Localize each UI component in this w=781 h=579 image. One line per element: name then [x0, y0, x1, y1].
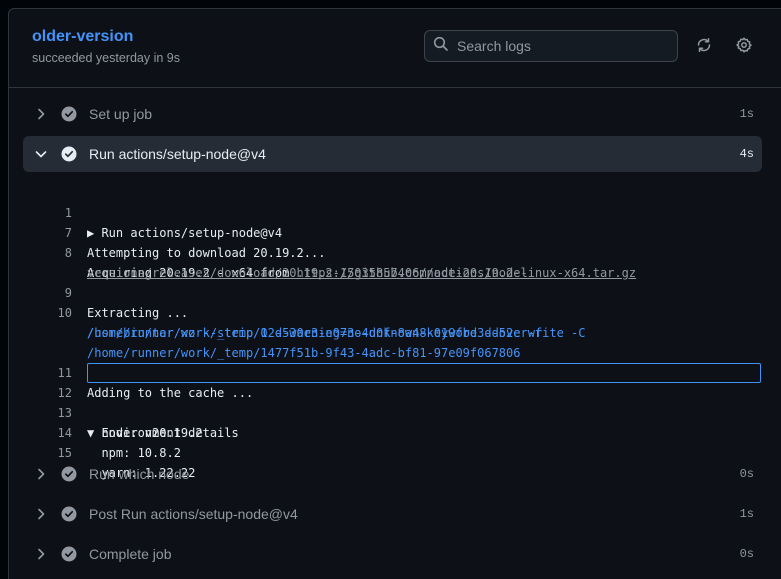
- step-row-complete-job[interactable]: Complete job 0s: [23, 536, 762, 572]
- search-logs-field[interactable]: [424, 30, 678, 62]
- step-row-post-run-setup-node[interactable]: Post Run actions/setup-node@v4 1s: [23, 496, 762, 532]
- log-line-continuation: /home/runner/work/_temp/02d530e3-e073-4d…: [23, 303, 762, 340]
- step-row-run-which-node[interactable]: Run which node 0s: [23, 456, 762, 492]
- log-line[interactable]: 8 Acquiring 20.19.2 - x64 from https://g…: [23, 223, 762, 280]
- log-line[interactable]: 1 ▶ Run actions/setup-node@v4: [23, 183, 762, 240]
- step-name: Run actions/setup-node@v4: [89, 146, 266, 162]
- job-header: older-version succeeded yesterday in 9s: [9, 9, 781, 88]
- log-line[interactable]: 9 Extracting ...: [23, 263, 762, 320]
- job-log-panel: older-version succeeded yesterday in 9s: [8, 8, 781, 579]
- step-duration: 0s: [739, 547, 754, 561]
- step-duration: 0s: [739, 467, 754, 481]
- log-line[interactable]: 10 /usr/bin/tar xz --strip 1 --warning=n…: [23, 283, 762, 340]
- chevron-right-icon: [33, 506, 49, 522]
- chevron-right-icon: [33, 106, 49, 122]
- step-row-run-setup-node[interactable]: Run actions/setup-node@v4 4s: [23, 136, 762, 172]
- step-name: Post Run actions/setup-node@v4: [89, 506, 298, 522]
- step-duration: 1s: [739, 507, 754, 521]
- step-log-output: 1 ▶ Run actions/setup-node@v4 7 Attempti…: [23, 183, 762, 480]
- step-duration: 1s: [739, 107, 754, 121]
- chevron-down-icon: [33, 146, 49, 162]
- log-line-focused[interactable]: 12 ▼ Environment details: [23, 363, 762, 440]
- check-circle-icon: [61, 506, 77, 522]
- chevron-right-icon: [33, 466, 49, 482]
- step-name: Run which node: [89, 466, 190, 482]
- step-duration: 4s: [739, 147, 754, 161]
- search-icon: [433, 36, 449, 57]
- step-name: Set up job: [89, 106, 153, 122]
- step-row-set-up-job[interactable]: Set up job 1s: [23, 96, 762, 132]
- check-circle-icon: [61, 466, 77, 482]
- sync-icon: [696, 37, 712, 58]
- job-title[interactable]: older-version: [32, 28, 133, 46]
- check-circle-icon: [61, 546, 77, 562]
- check-circle-icon: [61, 146, 77, 162]
- focus-outline: [87, 363, 761, 383]
- log-line[interactable]: 15 yarn: 1.22.22: [23, 423, 762, 480]
- log-line[interactable]: 14 npm: 10.8.2: [23, 403, 762, 460]
- log-line[interactable]: 13 node: v20.19.2: [23, 383, 762, 440]
- job-status: succeeded yesterday in 9s: [32, 51, 181, 65]
- chevron-right-icon: [33, 546, 49, 562]
- check-circle-icon: [61, 106, 77, 122]
- log-line[interactable]: 11 Adding to the cache ...: [23, 343, 762, 400]
- step-name: Complete job: [89, 546, 172, 562]
- settings-button[interactable]: [734, 36, 754, 58]
- refresh-button[interactable]: [694, 37, 714, 57]
- log-line[interactable]: 7 Attempting to download 20.19.2...: [23, 203, 762, 260]
- log-line-continuation: /home/runner/work/_temp/1477f51b-9f43-4a…: [23, 323, 762, 360]
- gear-icon: [736, 36, 752, 58]
- search-logs-input[interactable]: [455, 37, 669, 55]
- log-line-continuation: versions/releases/download/20.19.2-15035…: [23, 243, 762, 280]
